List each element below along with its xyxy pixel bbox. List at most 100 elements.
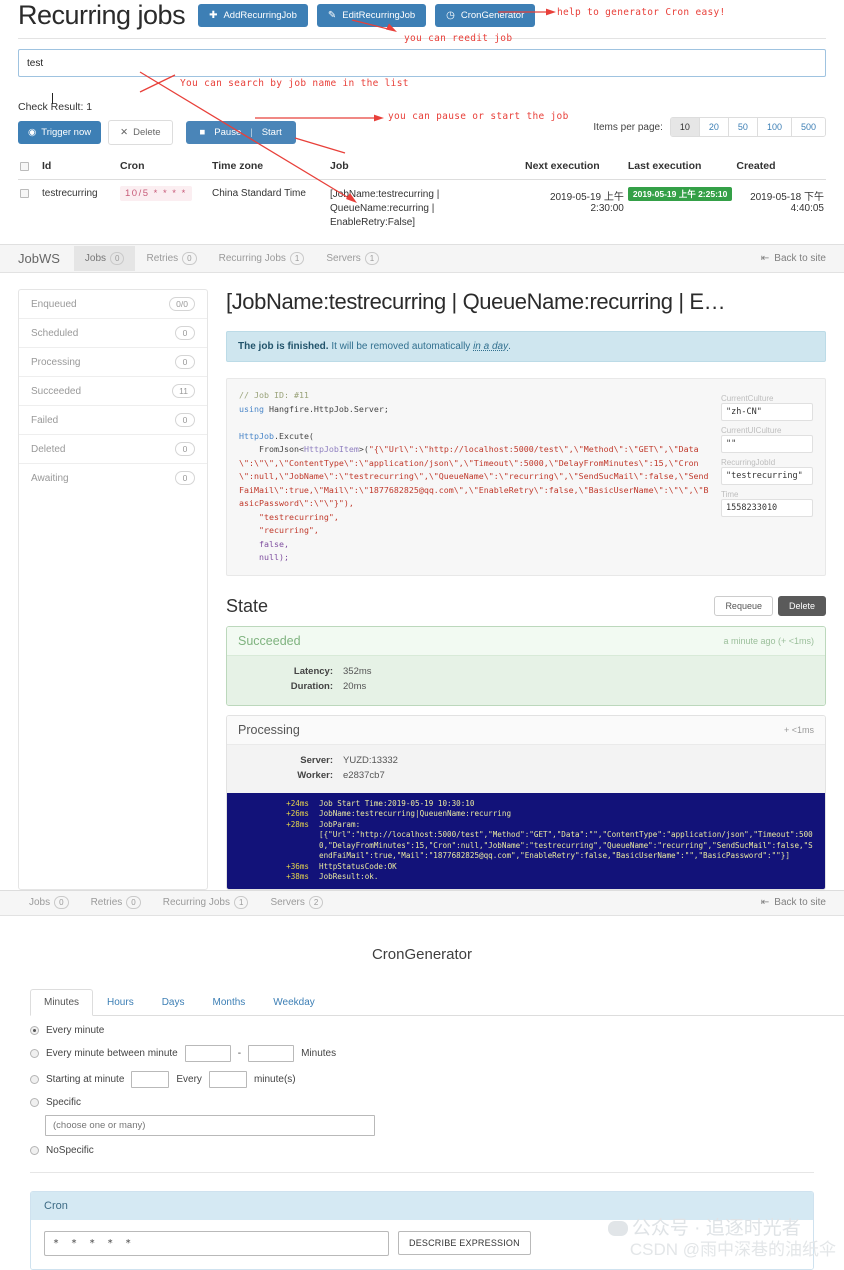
edit-recurring-job-button[interactable]: ✎ EditRecurringJob <box>317 4 426 27</box>
code-arg4: null); <box>239 552 289 562</box>
label-starting-suffix: minute(s) <box>254 1074 296 1085</box>
console-msg: JobResult:ok. <box>319 872 388 883</box>
job-code-block: // Job ID: #11 using Hangfire.HttpJob.Se… <box>226 378 826 576</box>
add-recurring-job-label: AddRecurringJob <box>223 10 296 21</box>
stat-row-processing[interactable]: Processing 0 <box>19 348 207 377</box>
row-checkbox[interactable] <box>20 189 29 198</box>
server-key: Server: <box>238 753 343 768</box>
option-between-row: Every minute between minute - Minutes <box>30 1045 844 1062</box>
radio-starting-at[interactable] <box>30 1075 39 1084</box>
add-recurring-job-button[interactable]: ✚ AddRecurringJob <box>198 4 308 27</box>
crongen-nav-servers[interactable]: Servers 2 <box>259 890 334 915</box>
nav-item-jobs[interactable]: Jobs 0 <box>74 246 136 271</box>
tab-minutes[interactable]: Minutes <box>30 989 93 1016</box>
tab-hours[interactable]: Hours <box>93 989 148 1016</box>
console-ts: +38ms <box>227 872 319 883</box>
label-every-minute: Every minute <box>46 1025 104 1036</box>
succeeded-panel-body: Latency: 352ms Duration: 20ms <box>227 656 825 705</box>
stat-row-deleted[interactable]: Deleted 0 <box>19 435 207 464</box>
annotation-reedit: you can reedit job <box>404 33 512 44</box>
nav-retries-label: Retries <box>146 253 178 264</box>
recurring-jobs-table: Id Cron Time zone Job Next execution Las… <box>18 156 826 238</box>
crongen-nav-recurring-count: 1 <box>234 896 248 909</box>
pencil-icon: ✎ <box>328 11 336 21</box>
stat-row-awaiting[interactable]: Awaiting 0 <box>19 464 207 492</box>
play-circle-icon: ◉ <box>28 127 36 138</box>
console-msg: JobParam: <box>319 820 370 831</box>
crongen-nav-servers-count: 2 <box>309 896 323 909</box>
row-select-cell <box>18 180 40 239</box>
col-cron: Cron <box>118 156 210 180</box>
per-page-50[interactable]: 50 <box>729 118 758 136</box>
nav-servers-label: Servers <box>326 253 360 264</box>
crongen-back-to-site-link[interactable]: ⇤ Back to site <box>761 897 826 908</box>
nav-item-recurring-jobs[interactable]: Recurring Jobs 1 <box>208 246 316 271</box>
stat-value-awaiting: 0 <box>175 471 195 485</box>
context-value-time: 1558233010 <box>721 499 813 517</box>
console-line: +26ms JobName:testrecurring|QueuenName:r… <box>227 809 825 820</box>
tab-days[interactable]: Days <box>148 989 199 1016</box>
dashboard-body: Enqueued 0/0 Scheduled 0 Processing 0 Su… <box>0 273 844 890</box>
cron-panel-body: DESCRIBE EXPRESSION <box>31 1220 813 1269</box>
cron-result-panel: Cron DESCRIBE EXPRESSION <box>30 1191 814 1270</box>
back-to-site-label: Back to site <box>774 253 826 264</box>
stat-row-enqueued[interactable]: Enqueued 0/0 <box>19 290 207 319</box>
navbar-brand[interactable]: JobWS <box>18 251 60 266</box>
starting-at-input[interactable] <box>131 1071 169 1088</box>
tab-months[interactable]: Months <box>199 989 260 1016</box>
radio-between-minutes[interactable] <box>30 1049 39 1058</box>
between-to-input[interactable] <box>248 1045 294 1062</box>
per-page-20[interactable]: 20 <box>700 118 729 136</box>
radio-every-minute[interactable] <box>30 1026 39 1035</box>
crongen-nav-recurring[interactable]: Recurring Jobs 1 <box>152 890 260 915</box>
stat-row-failed[interactable]: Failed 0 <box>19 406 207 435</box>
per-page-500[interactable]: 500 <box>792 118 825 136</box>
cron-generator-section: Jobs 0 Retries 0 Recurring Jobs 1 Server… <box>0 890 844 1270</box>
crongen-nav-servers-label: Servers <box>270 897 304 908</box>
describe-expression-button[interactable]: DESCRIBE EXPRESSION <box>398 1231 531 1255</box>
cron-expression-input[interactable] <box>44 1231 389 1256</box>
latency-key: Latency: <box>238 664 343 679</box>
nav-item-retries[interactable]: Retries 0 <box>135 246 207 271</box>
cron-generator-button[interactable]: ◷ CronGenerator <box>435 4 535 27</box>
annotation-search-hint: You can search by job name in the list <box>180 78 409 89</box>
crongen-nav-retries[interactable]: Retries 0 <box>80 890 152 915</box>
clock-icon: ◷ <box>446 11 455 21</box>
worker-row: Worker: e2837cb7 <box>238 768 814 783</box>
search-input[interactable] <box>18 49 826 77</box>
recurring-jobs-section: Recurring jobs ✚ AddRecurringJob ✎ EditR… <box>0 0 844 238</box>
crongen-navbar: Jobs 0 Retries 0 Recurring Jobs 1 Server… <box>0 890 844 916</box>
starting-every-input[interactable] <box>209 1071 247 1088</box>
pause-start-separator: | <box>250 127 252 138</box>
radio-nospecific[interactable] <box>30 1146 39 1155</box>
trigger-now-button[interactable]: ◉ Trigger now <box>18 121 101 144</box>
stat-row-succeeded[interactable]: Succeeded 11 <box>19 377 207 406</box>
crongen-nav-jobs[interactable]: Jobs 0 <box>18 890 80 915</box>
label-starting-every: Every <box>176 1074 202 1085</box>
stat-row-scheduled[interactable]: Scheduled 0 <box>19 319 207 348</box>
select-all-checkbox[interactable] <box>20 162 29 171</box>
specific-minutes-input[interactable] <box>45 1115 375 1136</box>
processing-time: + <1ms <box>784 725 814 735</box>
job-detail-main: [JobName:testrecurring | QueueName:recur… <box>226 289 826 890</box>
pause-start-button[interactable]: ■ Pause | Start <box>186 121 296 144</box>
option-nospecific-row: NoSpecific <box>30 1145 844 1156</box>
search-area <box>18 39 826 77</box>
cell-cron: 10/5 * * * * <box>118 180 210 239</box>
delete-button[interactable]: ✕ Delete <box>108 120 172 145</box>
table-row[interactable]: testrecurring 10/5 * * * * China Standar… <box>18 180 826 239</box>
stat-label-processing: Processing <box>31 357 80 368</box>
alert-tail: . <box>508 341 511 352</box>
radio-specific[interactable] <box>30 1098 39 1107</box>
code-call-object: HttpJob <box>239 431 274 441</box>
requeue-button[interactable]: Requeue <box>714 596 773 616</box>
nav-item-servers[interactable]: Servers 1 <box>315 246 390 271</box>
state-delete-button[interactable]: Delete <box>778 596 826 616</box>
tab-weekday[interactable]: Weekday <box>259 989 329 1016</box>
per-page-10[interactable]: 10 <box>671 118 700 136</box>
server-row: Server: YUZD:13332 <box>238 753 814 768</box>
back-to-site-link[interactable]: ⇤ Back to site <box>761 253 826 264</box>
console-ts: +26ms <box>227 809 319 820</box>
between-from-input[interactable] <box>185 1045 231 1062</box>
per-page-100[interactable]: 100 <box>758 118 792 136</box>
